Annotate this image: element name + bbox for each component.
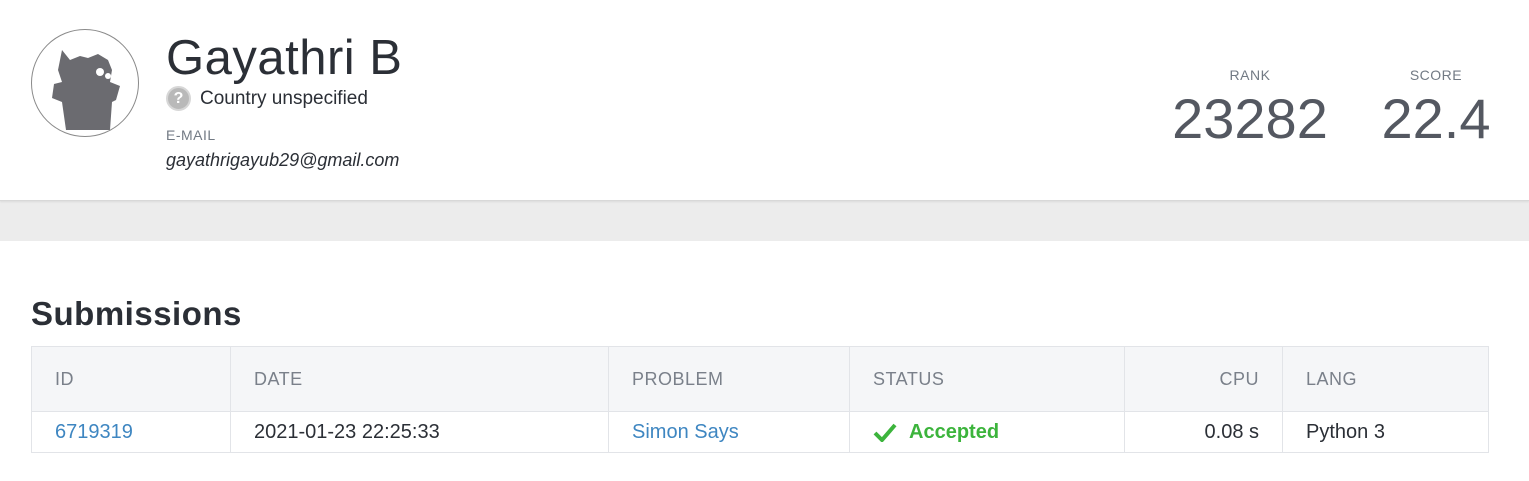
rank-label: RANK (1229, 67, 1271, 83)
column-header-id: ID (55, 368, 74, 389)
submission-status-cell: Accepted (849, 411, 1125, 453)
email-value: gayathrigayub29@gmail.com (166, 150, 400, 170)
submissions-table: ID DATE PROBLEM STATUS CPU LANG 6719319 … (31, 346, 1489, 453)
submission-id-link[interactable]: 6719319 (55, 421, 133, 443)
column-header-problem: PROBLEM (608, 346, 850, 412)
profile-card: Gayathri B ? Country unspecified E-MAIL … (0, 0, 1529, 201)
table-row: 6719319 2021-01-23 22:25:33 Simon Says A… (31, 411, 1489, 453)
column-header-cpu: CPU (1124, 346, 1283, 412)
submissions-card: Submissions ID DATE PROBLEM STATUS CPU L… (0, 241, 1529, 481)
avatar (31, 29, 139, 137)
submission-date: 2021-01-23 22:25:33 (230, 411, 609, 453)
default-cat-avatar-icon (52, 50, 120, 130)
table-header-row: ID DATE PROBLEM STATUS CPU LANG (31, 346, 1489, 412)
rank-value: 23282 (1172, 87, 1328, 150)
checkmark-icon (873, 423, 897, 442)
status-accepted: Accepted (873, 421, 1124, 444)
problem-link[interactable]: Simon Says (632, 421, 739, 443)
score-stat: SCORE 22.4 (1378, 67, 1494, 149)
column-header-status: STATUS (849, 346, 1125, 412)
submissions-title: Submissions (31, 295, 242, 332)
status-label: Accepted (909, 420, 1000, 443)
user-name: Gayathri B (166, 31, 403, 85)
question-mark-icon: ? (166, 86, 191, 111)
submission-lang: Python 3 (1282, 411, 1489, 453)
column-header-date: DATE (230, 346, 609, 412)
submission-id-cell: 6719319 (32, 412, 231, 453)
rank-stat: RANK 23282 (1170, 67, 1330, 149)
submission-cpu: 0.08 s (1124, 411, 1283, 453)
country-row: ? Country unspecified (166, 86, 368, 111)
email-label: E-MAIL (166, 127, 216, 143)
score-label: SCORE (1409, 67, 1463, 83)
country-text: Country unspecified (200, 87, 368, 109)
score-value: 22.4 (1381, 87, 1491, 150)
column-header-lang: LANG (1282, 346, 1489, 412)
submission-problem-cell: Simon Says (608, 411, 850, 453)
